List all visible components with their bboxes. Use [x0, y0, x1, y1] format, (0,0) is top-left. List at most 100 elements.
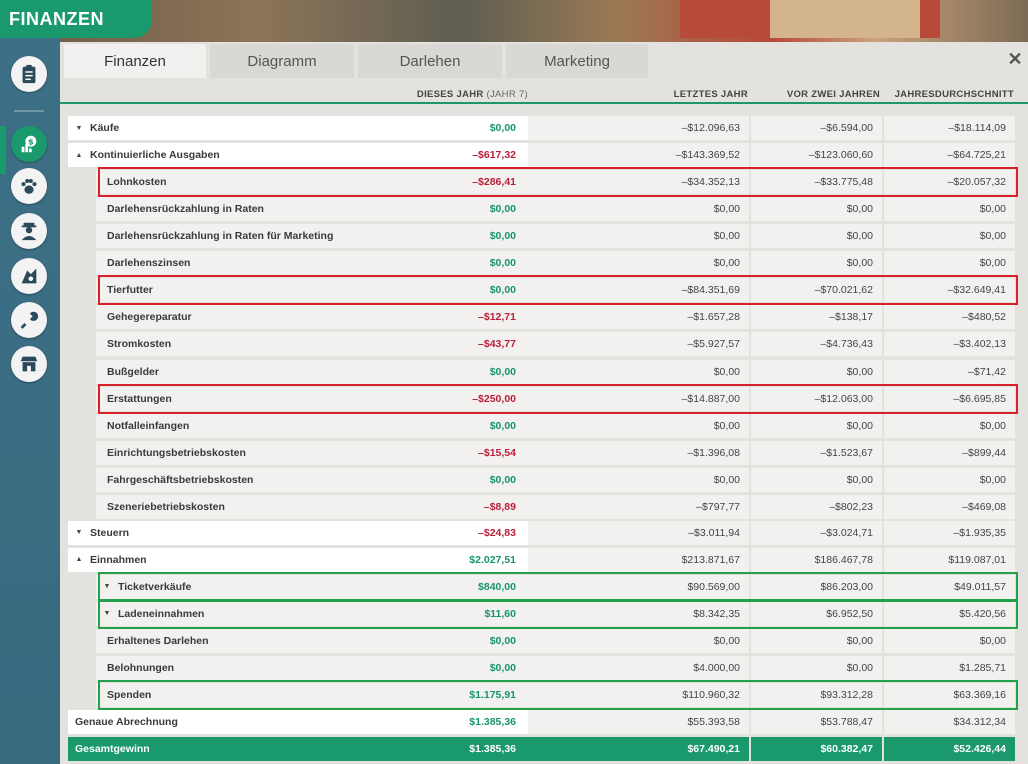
value-this-year: $2.027,51	[469, 553, 516, 566]
value-two-years-ago: –$70.021,62	[751, 278, 882, 303]
tab-finances[interactable]: Finanzen	[64, 44, 206, 78]
table-row[interactable]: ▼ Ladeneinnahmen $11,60 $8.342,35 $6.952,50 $…	[60, 601, 1028, 626]
table-row: Genaue Abrechnung $1.385,36 $55.393,58 $53.…	[60, 710, 1028, 735]
value-last-year: –$797,77	[528, 494, 749, 519]
value-last-year: $0,00	[528, 359, 749, 384]
value-two-years-ago: $93.312,28	[751, 683, 882, 708]
value-last-year: $213.871,67	[528, 547, 749, 572]
table-row: Darlehensrückzahlung in Raten $0,00 $0,00 $…	[60, 197, 1028, 222]
value-average: –$1.935,35	[884, 520, 1015, 545]
value-this-year: $0,00	[489, 662, 516, 674]
table-row: Erstattungen –$250,00 –$14.887,00 –$12.063,…	[60, 386, 1028, 411]
value-two-years-ago: $6.952,50	[751, 601, 882, 626]
wrench-icon	[20, 311, 39, 329]
value-last-year: –$3.011,94	[528, 520, 749, 545]
caret-down-icon[interactable]: ▼	[100, 583, 114, 590]
row-label-text: Käufe	[90, 122, 120, 134]
value-last-year: $0,00	[528, 467, 749, 492]
sidebar-button-finances[interactable]: $	[11, 126, 47, 162]
value-average: $0,00	[884, 629, 1015, 653]
total-row: Gesamtgewinn $1.385,36 $67.490,21 $60.382,4…	[60, 737, 1028, 762]
table-row[interactable]: ▼ Käufe $0,00 –$12.096,63 –$6.594,00 –$18.114…	[60, 116, 1028, 140]
value-last-year: –$5.927,57	[528, 332, 749, 357]
value-this-year: –$8,89	[483, 500, 516, 513]
row-label-text: Ticketverkäufe	[118, 580, 192, 593]
value-average: $0,00	[884, 467, 1015, 492]
table-row[interactable]: ▲ Einnahmen $2.027,51 $213.871,67 $186.467,7…	[60, 547, 1028, 572]
caret-down-icon[interactable]: ▼	[100, 610, 114, 617]
value-two-years-ago: $186.467,78	[751, 547, 882, 572]
value-average: –$18.114,09	[884, 116, 1015, 140]
caret-down-icon[interactable]: ▼	[72, 125, 86, 132]
background-wall-2	[770, 0, 920, 38]
value-this-year: $1.175,91	[469, 689, 516, 702]
value-last-year: $55.393,58	[528, 710, 749, 735]
value-two-years-ago: $0,00	[751, 197, 882, 222]
row-label-text: Stromkosten	[107, 338, 172, 351]
table-row[interactable]: ▼ Ticketverkäufe $840,00 $90.569,00 $86.203,…	[60, 574, 1028, 599]
table-row[interactable]: ▲ Kontinuierliche Ausgaben –$617,32 –$143.3…	[60, 143, 1028, 167]
sidebar-button-staff[interactable]	[11, 213, 47, 249]
value-two-years-ago: $0,00	[751, 413, 882, 438]
value-two-years-ago: –$33.775,48	[751, 170, 882, 195]
table-row: Spenden $1.175,91 $110.960,32 $93.312,28 $63…	[60, 683, 1028, 708]
row-label-text: Lohnkosten	[107, 176, 167, 189]
table-row[interactable]: ▼ Steuern –$24,83 –$3.011,94 –$3.024,71 –$1.9…	[60, 520, 1028, 545]
table-row: Stromkosten –$43,77 –$5.927,57 –$4.736,43 –$…	[60, 332, 1028, 357]
window-title: FINANZEN	[0, 0, 152, 38]
value-average: $119.087,01	[884, 547, 1015, 572]
header-underline	[60, 102, 1028, 104]
value-average: –$32.649,41	[884, 278, 1015, 303]
value-average: $52.426,44	[884, 737, 1015, 762]
value-this-year: $0,00	[489, 473, 516, 486]
table-row: Darlehensrückzahlung in Raten für Market…	[60, 224, 1028, 249]
svg-text:$: $	[28, 136, 34, 146]
caret-up-icon[interactable]: ▲	[72, 556, 86, 563]
table-row: Notfalleinfangen $0,00 $0,00 $0,00 $0,00	[60, 413, 1028, 438]
sidebar-button-animals[interactable]	[11, 168, 47, 204]
row-label-text: Erhaltenes Darlehen	[107, 635, 209, 647]
value-this-year: $0,00	[489, 365, 516, 378]
close-icon[interactable]: ✕	[1006, 50, 1024, 68]
value-two-years-ago: –$3.024,71	[751, 520, 882, 545]
value-last-year: $0,00	[528, 224, 749, 249]
row-label-text: Darlehensrückzahlung in Raten für Market…	[107, 230, 334, 243]
value-this-year: $840,00	[478, 580, 516, 593]
value-last-year: $110.960,32	[528, 683, 749, 708]
tab-diagram[interactable]: Diagramm	[210, 44, 354, 78]
tab-marketing[interactable]: Marketing	[506, 44, 648, 78]
row-label-text: Kontinuierliche Ausgaben	[90, 149, 220, 161]
value-last-year: –$1.396,08	[528, 440, 749, 465]
value-this-year: –$617,32	[472, 149, 516, 161]
caret-up-icon[interactable]: ▲	[72, 152, 86, 159]
value-last-year: –$143.369,52	[528, 143, 749, 167]
value-this-year: $0,00	[489, 419, 516, 432]
table-row: Bußgelder $0,00 $0,00 $0,00 –$71,42	[60, 359, 1028, 384]
header-this-year: DIESES JAHR (JAHR 7)	[416, 89, 528, 100]
sidebar-button-welfare[interactable]	[11, 258, 47, 294]
value-average: –$899,44	[884, 440, 1015, 465]
value-average: $1.285,71	[884, 656, 1015, 680]
tab-loans[interactable]: Darlehen	[358, 44, 502, 78]
sidebar-separator	[14, 110, 44, 112]
sidebar-button-shops[interactable]	[11, 346, 47, 382]
table-row: Einrichtungsbetriebskosten –$15,54 –$1.396…	[60, 440, 1028, 465]
sidebar: $	[0, 38, 60, 764]
value-last-year: $0,00	[528, 413, 749, 438]
sidebar-button-maintenance[interactable]	[11, 302, 47, 338]
value-average: $0,00	[884, 197, 1015, 222]
finance-panel: Finanzen Diagramm Darlehen Marketing ✕ D…	[60, 42, 1028, 764]
column-headers: DIESES JAHR (JAHR 7) LETZTES JAHR VOR ZW…	[60, 86, 1028, 102]
row-label-text: Gesamtgewinn	[75, 743, 150, 756]
value-this-year: $0,00	[489, 122, 516, 134]
value-last-year: –$84.351,69	[528, 278, 749, 303]
value-this-year: $0,00	[489, 635, 516, 647]
table-row: Darlehenszinsen $0,00 $0,00 $0,00 $0,00	[60, 251, 1028, 276]
value-this-year: $0,00	[489, 230, 516, 243]
value-last-year: $67.490,21	[528, 737, 749, 762]
sidebar-button-overview[interactable]	[11, 56, 47, 92]
value-two-years-ago: $0,00	[751, 629, 882, 653]
keeper-icon	[21, 222, 37, 241]
caret-down-icon[interactable]: ▼	[72, 529, 86, 536]
row-label-text: Erstattungen	[107, 392, 172, 405]
